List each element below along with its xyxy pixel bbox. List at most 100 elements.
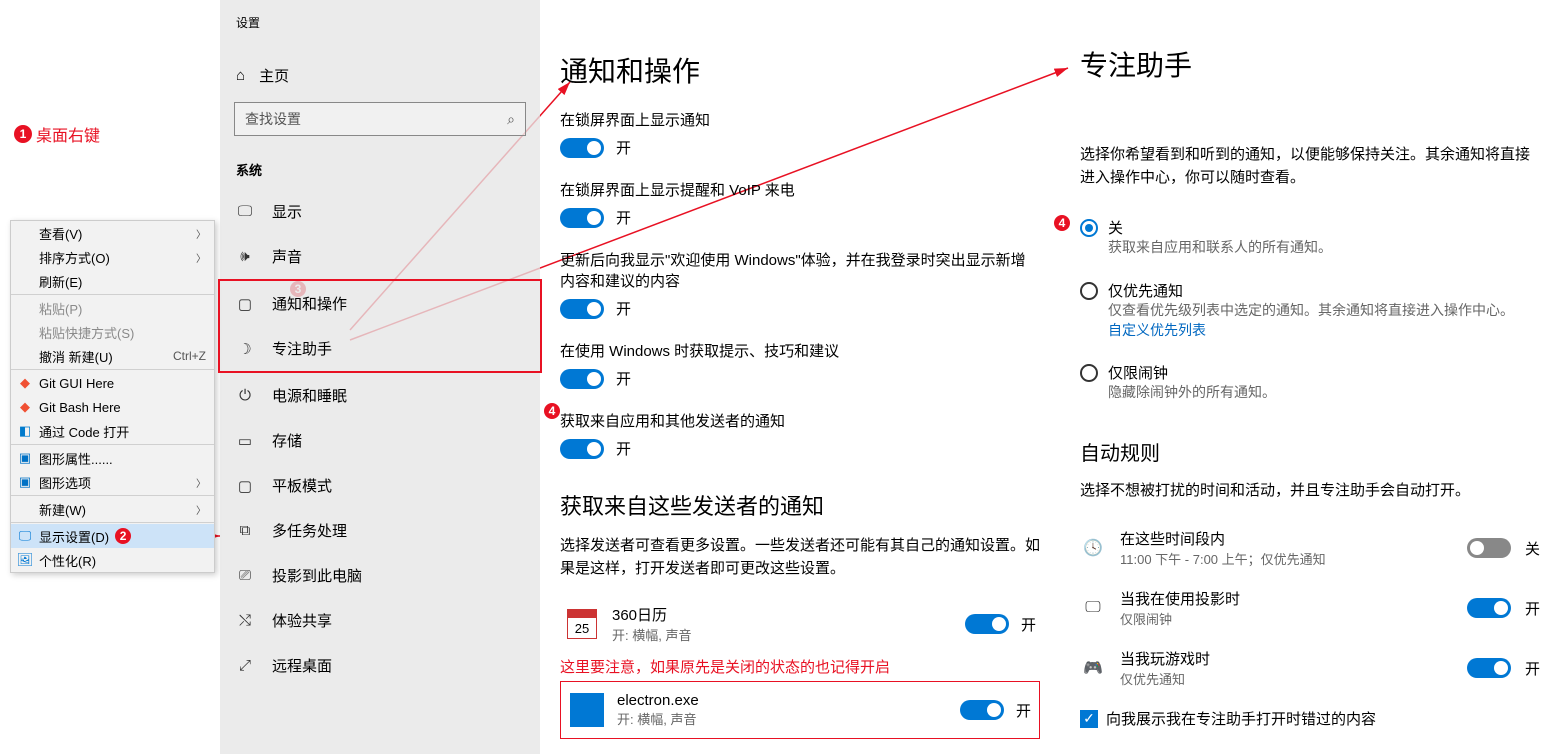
rule-project[interactable]: 🖵 当我在使用投影时仅限闹钟 开 — [1080, 578, 1540, 638]
power-icon: ⏻ — [236, 387, 254, 404]
ctx-undo[interactable]: 撤消 新建(U)Ctrl+Z — [11, 344, 214, 368]
customize-priority-link[interactable]: 自定义优先列表 — [1108, 320, 1540, 340]
opt-apps-label: 获取来自应用和其他发送者的通知 — [560, 411, 1040, 432]
settings-sidebar: 设置 ⌂主页 查找设置⌕ 系统 🖵显示 🕪声音 ▢通知和操作 ☽专注助手 ⏻电源… — [220, 0, 540, 754]
callout-4-badge-left: 4 — [544, 402, 560, 420]
multitask-icon: ⧉ — [236, 522, 254, 539]
chevron-right-icon: 〉 — [196, 250, 206, 265]
ctx-display-settings[interactable]: 🖵显示设置(D)2 — [11, 524, 214, 548]
nav-display[interactable]: 🖵显示 — [220, 189, 540, 234]
sender-360calendar[interactable]: 25 360日历开: 横幅, 声音 开 — [560, 596, 1040, 652]
search-icon: ⌕ — [507, 111, 515, 128]
focus-assist-pane: 专注助手 选择你希望看到和听到的通知，以便能够保持关注。其余通知将直接进入操作中… — [1080, 44, 1540, 729]
settings-home[interactable]: ⌂主页 — [220, 55, 540, 96]
ctx-git-bash[interactable]: ◆Git Bash Here — [11, 395, 214, 419]
ctx-paste: 粘贴(P) — [11, 296, 214, 320]
toggle-sender-electron[interactable] — [960, 700, 1004, 720]
toggle-lock-notif[interactable] — [560, 138, 604, 158]
nav-focus-assist[interactable]: ☽专注助手 — [220, 326, 540, 371]
personalize-icon: 🖼 — [17, 552, 33, 568]
toggle-apps[interactable] — [560, 439, 604, 459]
section-system: 系统 — [220, 154, 540, 189]
toggle-sender-360[interactable] — [965, 614, 1009, 634]
clock-icon: 🕓 — [1080, 535, 1106, 561]
share-icon: ⤭ — [236, 612, 254, 629]
intel-icon: ▣ — [17, 450, 33, 466]
rules-heading: 自动规则 — [1080, 437, 1540, 466]
display-icon: 🖵 — [17, 528, 33, 544]
ctx-personalize[interactable]: 🖼个性化(R) — [11, 548, 214, 572]
chevron-right-icon: 〉 — [196, 502, 206, 517]
search-input[interactable]: 查找设置⌕ — [234, 102, 526, 136]
ctx-git-gui[interactable]: ◆Git GUI Here — [11, 371, 214, 395]
desktop-context-menu: 查看(V)〉 排序方式(O)〉 刷新(E) 粘贴(P) 粘贴快捷方式(S) 撤消… — [10, 220, 215, 573]
nav-project[interactable]: ⎚投影到此电脑 — [220, 553, 540, 598]
radio-off[interactable]: 关获取来自应用和联系人的所有通知。 — [1080, 213, 1540, 262]
callout-1-text: 桌面右键 — [36, 122, 100, 146]
focus-desc: 选择你希望看到和听到的通知，以便能够保持关注。其余通知将直接进入操作中心，你可以… — [1080, 144, 1540, 189]
opt-lock-voip-label: 在锁屏界面上显示提醒和 VoIP 来电 — [560, 180, 1040, 201]
project-icon: 🖵 — [1080, 595, 1106, 621]
badge-1: 1 — [14, 125, 32, 143]
tablet-icon: ▢ — [236, 477, 254, 495]
remote-icon: ⤢ — [236, 657, 254, 674]
ctx-refresh[interactable]: 刷新(E) — [11, 269, 214, 293]
game-icon: 🎮 — [1080, 655, 1106, 681]
toggle-welcome[interactable] — [560, 299, 604, 319]
toggle-tips[interactable] — [560, 369, 604, 389]
toggle-rule-time[interactable] — [1467, 538, 1511, 558]
toggle-rule-project[interactable] — [1467, 598, 1511, 618]
main-pane-notifications: 通知和操作 在锁屏界面上显示通知 开 在锁屏界面上显示提醒和 VoIP 来电 开… — [560, 50, 1040, 739]
nav-power[interactable]: ⏻电源和睡眠 — [220, 373, 540, 418]
red-annotation-text: 这里要注意，如果原先是关闭的状态的也记得开启 — [560, 656, 1040, 677]
radio-alarms[interactable]: 仅限闹钟隐藏除闹钟外的所有通知。 — [1080, 358, 1540, 407]
radio-icon — [1080, 282, 1098, 300]
nav-shared[interactable]: ⤭体验共享 — [220, 598, 540, 643]
senders-desc: 选择发送者可查看更多设置。一些发送者还可能有其自己的通知设置。如果是这样，打开发… — [560, 535, 1040, 580]
project-icon: ⎚ — [236, 567, 254, 584]
git-icon: ◆ — [17, 375, 33, 391]
moon-icon: ☽ — [236, 340, 254, 358]
opt-tips-label: 在使用 Windows 时获取提示、技巧和建议 — [560, 341, 1040, 362]
ctx-open-code[interactable]: ◧通过 Code 打开 — [11, 419, 214, 443]
display-icon: 🖵 — [236, 203, 254, 220]
nav-sound[interactable]: 🕪声音 — [220, 234, 540, 279]
show-missed-checkbox[interactable]: ✓ 向我展示我在专注助手打开时错过的内容 — [1080, 708, 1540, 729]
settings-window-title: 设置 — [220, 10, 540, 35]
ctx-paste-shortcut: 粘贴快捷方式(S) — [11, 320, 214, 344]
home-icon: ⌂ — [236, 67, 245, 84]
callout-1: 1 桌面右键 — [14, 122, 100, 146]
ctx-view[interactable]: 查看(V)〉 — [11, 221, 214, 245]
chevron-right-icon: 〉 — [196, 475, 206, 490]
rules-desc: 选择不想被打扰的时间和活动，并且专注助手会自动打开。 — [1080, 480, 1540, 503]
intel-icon: ▣ — [17, 474, 33, 490]
nav-storage[interactable]: ▭存储 — [220, 418, 540, 463]
rule-time[interactable]: 🕓 在这些时间段内11:00 下午 - 7:00 上午；仅优先通知 关 — [1080, 518, 1540, 578]
ctx-new[interactable]: 新建(W)〉 — [11, 497, 214, 521]
ctx-gfx-props[interactable]: ▣图形属性...... — [11, 446, 214, 470]
radio-icon — [1080, 364, 1098, 382]
storage-icon: ▭ — [236, 432, 254, 450]
vscode-icon: ◧ — [17, 423, 33, 439]
notification-icon: ▢ — [236, 295, 254, 313]
checkbox-icon: ✓ — [1080, 710, 1098, 728]
nav-multitask[interactable]: ⧉多任务处理 — [220, 508, 540, 553]
toggle-rule-game[interactable] — [1467, 658, 1511, 678]
ctx-sort[interactable]: 排序方式(O)〉 — [11, 245, 214, 269]
radio-icon — [1080, 219, 1098, 237]
sender-electron[interactable]: electron.exe开: 横幅, 声音 开 — [565, 684, 1035, 736]
opt-welcome-label: 更新后向我显示"欢迎使用 Windows"体验，并在我登录时突出显示新增内容和建… — [560, 250, 1040, 292]
opt-lock-notif-label: 在锁屏界面上显示通知 — [560, 110, 1040, 131]
sound-icon: 🕪 — [236, 248, 254, 265]
chevron-right-icon: 〉 — [196, 226, 206, 241]
radio-priority[interactable]: 仅优先通知仅查看优先级列表中选定的通知。其余通知将直接进入操作中心。自定义优先列… — [1080, 276, 1540, 345]
focus-title: 专注助手 — [1080, 44, 1540, 84]
app-icon — [569, 692, 605, 728]
nav-tablet[interactable]: ▢平板模式 — [220, 463, 540, 508]
nav-remote[interactable]: ⤢远程桌面 — [220, 643, 540, 688]
rule-game[interactable]: 🎮 当我玩游戏时仅优先通知 开 — [1080, 638, 1540, 698]
toggle-lock-voip[interactable] — [560, 208, 604, 228]
ctx-gfx-opts[interactable]: ▣图形选项〉 — [11, 470, 214, 494]
nav-notifications[interactable]: ▢通知和操作 — [220, 281, 540, 326]
badge-2: 2 — [115, 528, 131, 544]
